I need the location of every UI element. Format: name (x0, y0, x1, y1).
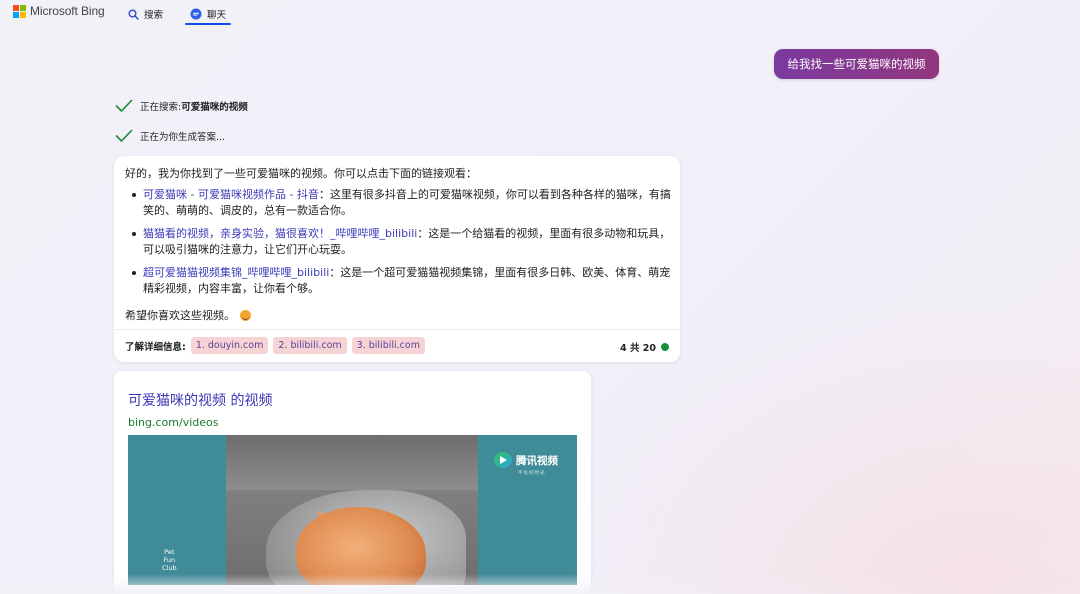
reference-chip-1[interactable]: 1. douyin.com (190, 337, 269, 354)
list-item: 超可爱猫猫视频集锦_哔哩哔哩_bilibili：这是一个超可爱猫猫视频集锦，里面… (127, 265, 672, 297)
answer-card: 好的，我为你找到了一些可爱猫咪的视频。你可以点击下面的链接观看： 可爱猫咪 - … (114, 156, 680, 362)
video-title-link[interactable]: 可爱猫咪的视频 的视频 (128, 390, 272, 410)
video-thumbnail[interactable]: Pet Fun Club 腾讯视频 不负好时光 (128, 435, 577, 585)
tab-search[interactable]: 搜索 (128, 3, 163, 25)
answer-link-bilibili-1[interactable]: 猫猫看的视频，亲身实验，猫很喜欢！_哔哩哔哩_bilibili (143, 227, 417, 240)
answer-outro: 希望你喜欢这些视频。 (125, 307, 251, 323)
answer-outro-text: 希望你喜欢这些视频。 (125, 309, 235, 322)
status-dot-icon (661, 343, 669, 351)
reference-chip-3[interactable]: 3. bilibili.com (351, 337, 425, 354)
bing-logo[interactable]: Microsoft Bing (13, 4, 105, 18)
status-generating-text: 正在为你生成答案... (140, 132, 226, 143)
tencent-video-name: 腾讯视频 (516, 454, 558, 467)
tab-chat-label: 聊天 (207, 10, 227, 21)
tab-chat[interactable]: 聊天 (190, 3, 226, 25)
references-label: 了解详细信息: (125, 341, 186, 353)
chat-icon (190, 8, 202, 20)
status-searching-query: 可爱猫咪的视频 (181, 102, 248, 113)
logo-text: Microsoft Bing (30, 4, 105, 18)
turn-counter: 4 共 20 (620, 340, 669, 354)
status-searching: 正在搜索: 可爱猫咪的视频 (115, 99, 248, 113)
video-result-card: 可爱猫咪的视频 的视频 bing.com/videos Pet Fun Club… (114, 371, 591, 594)
tab-search-label: 搜索 (144, 10, 164, 21)
answer-link-douyin[interactable]: 可爱猫咪 - 可爱猫咪视频作品 - 抖音 (143, 188, 319, 201)
smile-emoji-icon (240, 309, 251, 321)
references: 了解详细信息: 1. douyin.com 2. bilibili.com 3.… (125, 337, 430, 354)
answer-link-bilibili-2[interactable]: 超可爱猫猫视频集锦_哔哩哔哩_bilibili (143, 266, 329, 279)
list-item: 猫猫看的视频，亲身实验，猫很喜欢！_哔哩哔哩_bilibili：这是一个给猫看的… (127, 226, 672, 258)
user-message-bubble: 给我找一些可爱猫咪的视频 (774, 49, 939, 79)
checkmark-icon (115, 99, 133, 112)
thumbnail-cat-image (226, 435, 478, 585)
bottom-fade (0, 574, 1080, 594)
thumbnail-right-panel: 腾讯视频 不负好时光 (478, 435, 577, 585)
pet-fun-club-label: Pet Fun Club (162, 548, 177, 572)
answer-list: 可爱猫咪 - 可爱猫咪视频作品 - 抖音：这里有很多抖音上的可爱猫咪视频，你可以… (127, 187, 672, 304)
tencent-video-slogan: 不负好时光 (518, 471, 546, 476)
status-searching-prefix: 正在搜索: (140, 102, 182, 113)
pet-fun-club-text: Pet Fun Club (162, 548, 177, 572)
reference-chip-2[interactable]: 2. bilibili.com (273, 337, 347, 354)
list-item: 可爱猫咪 - 可爱猫咪视频作品 - 抖音：这里有很多抖音上的可爱猫咪视频，你可以… (127, 187, 672, 219)
video-url: bing.com/videos (128, 416, 219, 429)
status-generating: 正在为你生成答案... (115, 129, 225, 143)
microsoft-logo-icon (13, 4, 26, 18)
tencent-video-play-icon (494, 452, 512, 468)
checkmark-icon (115, 129, 133, 142)
tencent-video-logo: 腾讯视频 (494, 452, 558, 468)
thumbnail-left-panel: Pet Fun Club (128, 435, 226, 585)
divider (114, 329, 680, 330)
top-bar: Microsoft Bing 搜索 聊天 (0, 0, 1080, 28)
active-tab-indicator (185, 23, 231, 25)
answer-intro: 好的，我为你找到了一些可爱猫咪的视频。你可以点击下面的链接观看： (125, 167, 477, 180)
search-icon (128, 9, 139, 20)
turn-counter-text: 4 共 20 (620, 343, 656, 354)
